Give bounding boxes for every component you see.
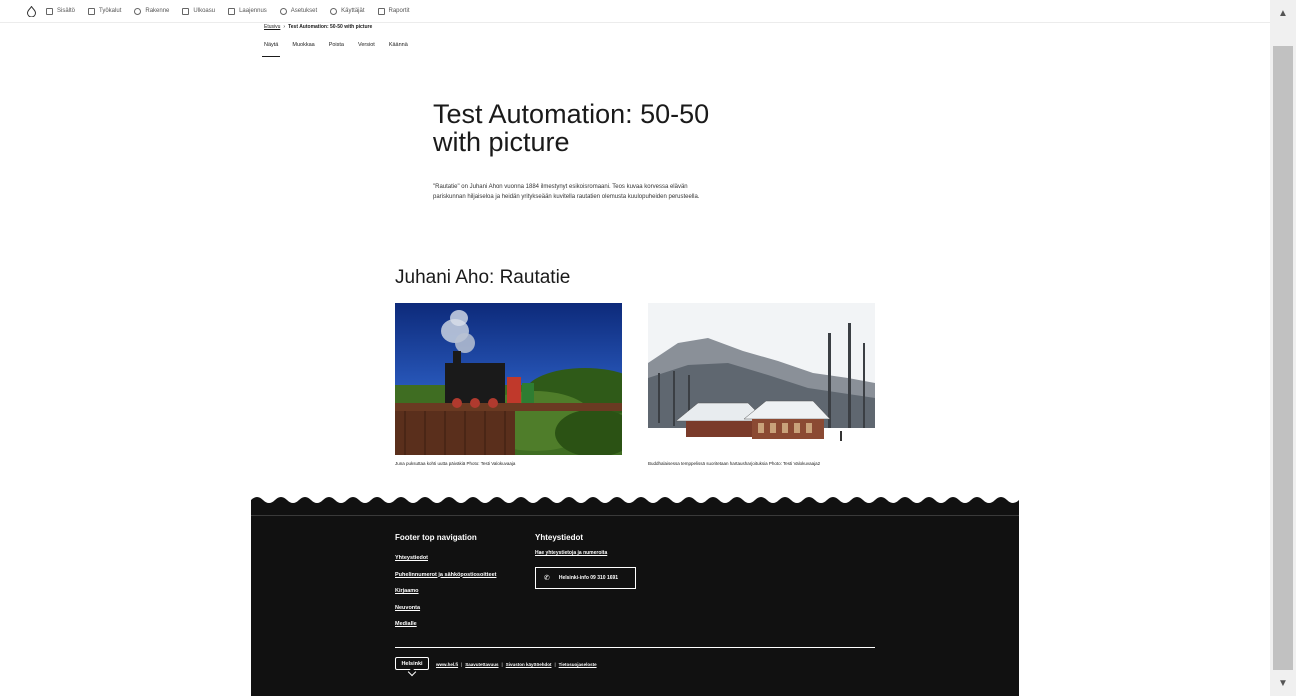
- page-lead-text: "Rautatie" on Juhani Ahon vuonna 1884 il…: [433, 184, 700, 200]
- tab-view[interactable]: Näytä: [262, 40, 281, 57]
- toolbar-label: Laajennus: [239, 8, 267, 14]
- tab-delete[interactable]: Poista: [327, 40, 346, 57]
- breadcrumb: Etusivu › Test Automation: 50-50 with pi…: [264, 24, 372, 30]
- temple-image: [648, 303, 875, 455]
- scroll-down-arrow-icon[interactable]: ▼: [1270, 672, 1296, 694]
- people-icon: [330, 7, 338, 15]
- footer-link-terms[interactable]: Sivuston käyttöehdot: [506, 662, 552, 667]
- tab-edit[interactable]: Muokkaa: [290, 40, 316, 57]
- figure-left: Juna puksuttaa kohti uutta päiväkiä Phot…: [395, 303, 622, 466]
- footer-link-helfi[interactable]: www.hel.fi: [436, 662, 458, 667]
- toolbar-item-tools[interactable]: Työkalut: [88, 7, 122, 15]
- footer-link-advice[interactable]: Neuvonta: [395, 600, 496, 617]
- footer-link-contact[interactable]: Yhteystiedot: [395, 550, 496, 567]
- toolbar-label: Käyttäjät: [341, 8, 365, 14]
- footer-contact-heading: Yhteystiedot: [535, 533, 584, 542]
- content-icon: [46, 7, 53, 15]
- footer-contact-link[interactable]: Hae yhteystietoja ja numeroita: [535, 550, 607, 556]
- footer-link-registry[interactable]: Kirjaamo: [395, 583, 496, 600]
- toolbar-item-config[interactable]: Asetukset: [279, 7, 318, 15]
- footer-divider: [395, 647, 875, 648]
- footer-link-accessibility[interactable]: Saavutettavuus: [465, 662, 498, 667]
- config-icon: [279, 7, 287, 15]
- toolbar-item-structure[interactable]: Rakenne: [134, 7, 170, 15]
- footer-nav-list: Yhteystiedot Puhelinnumerot ja sähköpost…: [395, 550, 496, 633]
- helsinki-info-phone-button[interactable]: ✆ Helsinki-info 09 310 1691: [535, 567, 636, 589]
- phone-icon: ✆: [544, 575, 550, 582]
- train-image: [395, 303, 622, 455]
- figure-right: Buddhalaisessa temppelissä suoritetaan h…: [648, 303, 875, 466]
- breadcrumb-home-link[interactable]: Etusivu: [264, 24, 280, 30]
- toolbar-label: Rakenne: [145, 8, 170, 14]
- figure-caption: Juna puksuttaa kohti uutta päiväkiä Phot…: [395, 461, 516, 466]
- tab-translate[interactable]: Käännä: [387, 40, 410, 57]
- scrollbar[interactable]: ▲ ▼: [1270, 0, 1296, 696]
- appearance-icon: [182, 7, 190, 15]
- toolbar-item-extend[interactable]: Laajennus: [228, 7, 267, 15]
- toolbar-label: Asetukset: [290, 8, 318, 14]
- toolbar-label: Työkalut: [99, 8, 122, 14]
- footer-divider-top: [251, 515, 1019, 516]
- page-title: Test Automation: 50-50 with picture: [433, 99, 710, 157]
- local-tasks-tabs: Näytä Muokkaa Poista Versiot Käännä: [262, 40, 420, 57]
- footer-bottom-links: www.hel.fi | Saavutettavuus | Sivuston k…: [436, 662, 597, 667]
- figure-caption: Buddhalaisessa temppelissä suoritetaan h…: [648, 461, 821, 466]
- breadcrumb-separator: ›: [283, 24, 286, 30]
- phone-button-label: Helsinki-info 09 310 1691: [558, 575, 619, 581]
- toolbar-item-content[interactable]: Sisältö: [46, 7, 76, 15]
- footer-link-privacy[interactable]: Tietosuojaseloste: [559, 662, 597, 667]
- toolbar-item-reports[interactable]: Raportit: [377, 7, 410, 15]
- tab-revisions[interactable]: Versiot: [356, 40, 377, 57]
- structure-icon: [134, 7, 142, 15]
- link-separator: |: [554, 662, 556, 667]
- section-title: Juhani Aho: Rautatie: [395, 267, 571, 288]
- link-separator: |: [461, 662, 463, 667]
- toolbar-item-people[interactable]: Käyttäjät: [330, 7, 365, 15]
- footer-wave-decoration: [251, 496, 1019, 516]
- link-separator: |: [501, 662, 503, 667]
- toolbar-label: Sisältö: [57, 8, 76, 14]
- footer: Footer top navigation Yhteystiedot Puhel…: [251, 496, 1019, 696]
- reports-icon: [377, 7, 385, 15]
- footer-nav-heading: Footer top navigation: [395, 533, 477, 542]
- toolbar-item-appearance[interactable]: Ulkoasu: [182, 7, 216, 15]
- admin-toolbar: Sisältö Työkalut Rakenne Ulkoasu Laajenn…: [0, 0, 1270, 23]
- drupal-logo-icon[interactable]: [24, 4, 38, 18]
- footer-link-media[interactable]: Medialle: [395, 616, 496, 633]
- extend-icon: [228, 7, 236, 15]
- footer-link-phone-email[interactable]: Puhelinnumerot ja sähköpostiosoitteet: [395, 567, 496, 584]
- tools-icon: [88, 7, 96, 15]
- scroll-up-arrow-icon[interactable]: ▲: [1270, 2, 1296, 24]
- toolbar-label: Raportit: [388, 8, 410, 14]
- breadcrumb-current: Test Automation: 50-50 with picture: [288, 24, 373, 30]
- scrollbar-thumb[interactable]: [1273, 46, 1293, 670]
- toolbar-label: Ulkoasu: [193, 8, 216, 14]
